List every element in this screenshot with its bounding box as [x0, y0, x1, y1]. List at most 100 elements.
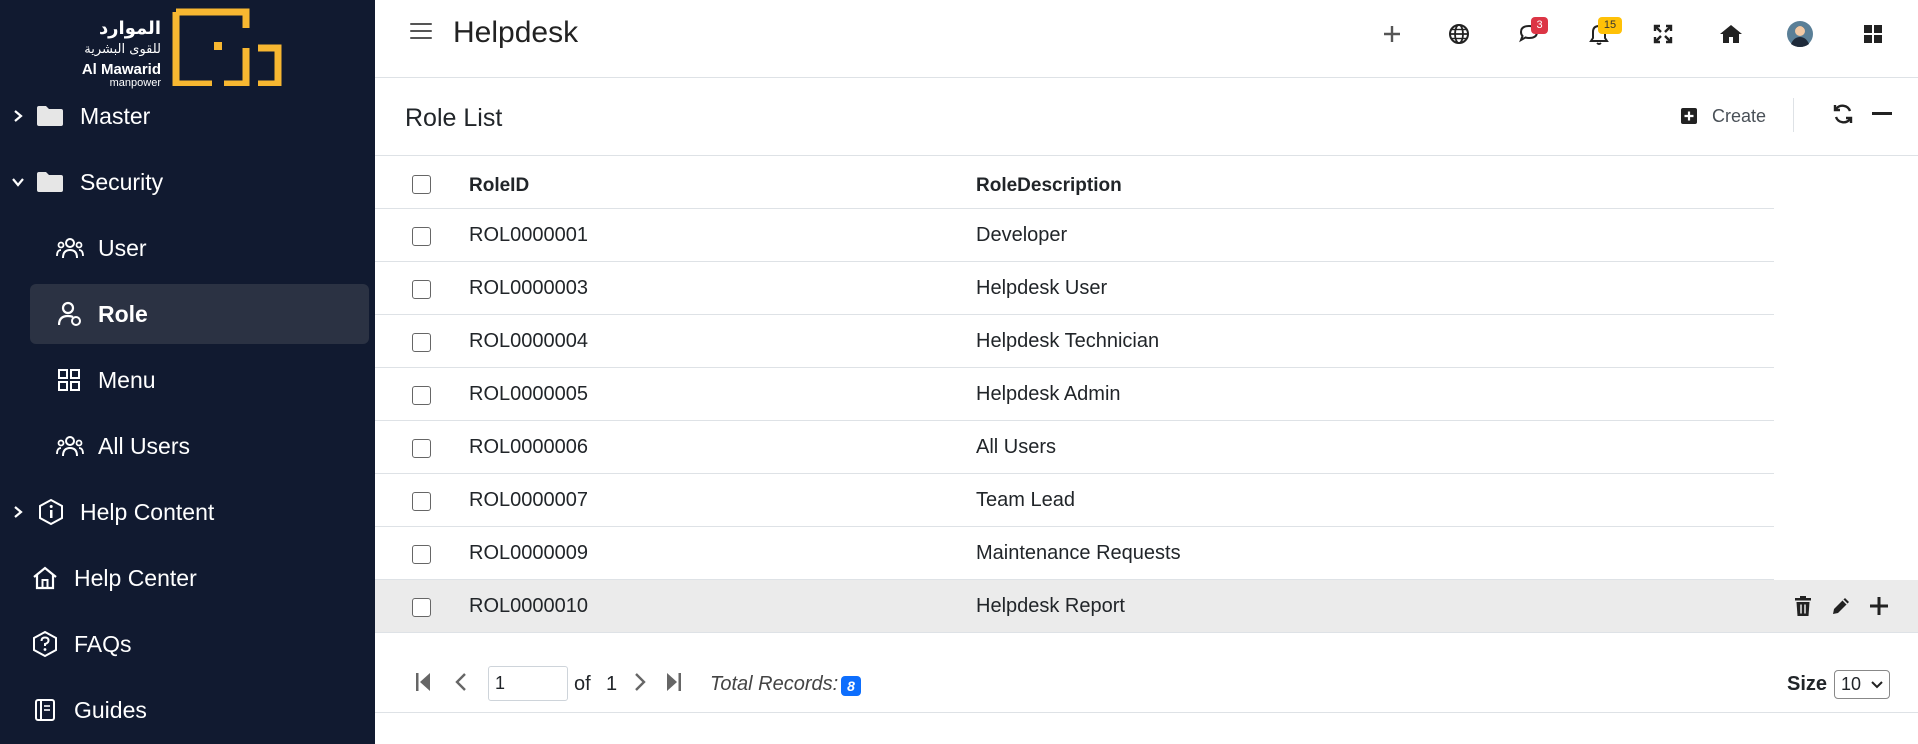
question-icon	[32, 630, 58, 658]
folder-icon	[36, 171, 64, 193]
previous-page-icon[interactable]	[449, 670, 473, 694]
refresh-icon[interactable]	[1829, 100, 1857, 128]
cell-roledescription: Helpdesk Report	[976, 595, 1125, 617]
page-size-select[interactable]: 10	[1834, 670, 1890, 699]
sidebar-item-help-center[interactable]: Help Center	[0, 548, 375, 608]
pencil-icon[interactable]	[1829, 594, 1853, 618]
cell-roledescription: Team Lead	[976, 489, 1075, 511]
trash-icon[interactable]	[1791, 594, 1815, 618]
chat-icon[interactable]: 3	[1516, 17, 1548, 48]
last-page-icon[interactable]	[662, 670, 686, 694]
table-row[interactable]: ROL0000004 Helpdesk Technician	[375, 315, 1918, 368]
page-size-value: 10	[1841, 674, 1862, 694]
row-checkbox[interactable]	[412, 492, 431, 511]
role-table: RoleID RoleDescription ROL0000001 Develo…	[375, 156, 1918, 633]
logo-mark-icon	[172, 8, 282, 86]
plus-icon[interactable]	[1867, 594, 1891, 618]
logo-english-name: Al Mawarid	[81, 61, 161, 78]
total-records-badge: 8	[841, 676, 861, 696]
top-header: Helpdesk 3 15	[375, 0, 1918, 78]
sidebar-item-user[interactable]: User	[0, 218, 375, 278]
globe-icon[interactable]	[1445, 20, 1473, 48]
table-row[interactable]: ROL0000003 Helpdesk User	[375, 262, 1918, 315]
avatar[interactable]	[1786, 20, 1814, 48]
sidebar-item-label: Role	[98, 300, 148, 327]
plus-square-icon	[1681, 108, 1697, 124]
table-row[interactable]: ROL0000010 Helpdesk Report	[375, 580, 1918, 633]
sidebar-item-label: FAQs	[74, 630, 132, 657]
chevron-right-icon	[10, 108, 26, 124]
chevron-down-icon	[10, 174, 26, 190]
pagination: of 1 Total Records: 8 Size 10	[375, 660, 1918, 710]
logo-arabic-name: الموارد	[98, 18, 161, 39]
create-button[interactable]: Create	[1680, 102, 1766, 130]
row-checkbox[interactable]	[412, 280, 431, 299]
toolbar-divider	[1793, 98, 1794, 132]
cell-roleid: ROL0000009	[469, 542, 588, 564]
sidebar-item-label: Help Content	[80, 498, 215, 525]
collapse-icon[interactable]	[1868, 100, 1896, 128]
company-logo: الموارد للقوى البشرية Al Mawarid manpowe…	[78, 6, 288, 89]
sidebar-item-security[interactable]: Security	[0, 152, 375, 212]
sidebar-item-label: Security	[80, 168, 164, 195]
page-size-label: Size	[1787, 673, 1828, 695]
row-checkbox[interactable]	[412, 386, 431, 405]
sidebar-item-menu[interactable]: Menu	[0, 350, 375, 410]
row-checkbox[interactable]	[412, 333, 431, 352]
table-header-row: RoleID RoleDescription	[375, 156, 1918, 209]
table-row[interactable]: ROL0000007 Team Lead	[375, 474, 1918, 527]
messages-badge: 3	[1531, 17, 1548, 34]
row-checkbox[interactable]	[412, 227, 431, 246]
folder-icon	[36, 105, 64, 127]
sidebar-item-guides[interactable]: Guides	[0, 680, 375, 740]
sidebar-item-label: Guides	[74, 696, 147, 723]
sidebar-item-help-content[interactable]: Help Content	[0, 482, 375, 542]
row-checkbox[interactable]	[412, 545, 431, 564]
next-page-icon[interactable]	[628, 670, 652, 694]
total-pages: 1	[606, 673, 618, 695]
plus-icon[interactable]	[1378, 20, 1406, 48]
sidebar-item-faqs[interactable]: FAQs	[0, 614, 375, 674]
row-checkbox[interactable]	[412, 439, 431, 458]
sidebar-item-label: Master	[80, 102, 151, 129]
table-row[interactable]: ROL0000009 Maintenance Requests	[375, 527, 1918, 580]
apps-icon[interactable]	[1859, 20, 1887, 48]
column-header-roleid[interactable]: RoleID	[469, 175, 529, 197]
chevron-right-icon	[10, 504, 26, 520]
logo-arabic-sub: للقوى البشرية	[84, 42, 161, 57]
table-row[interactable]: ROL0000006 All Users	[375, 421, 1918, 474]
hamburger-menu-icon[interactable]	[410, 23, 432, 41]
home-icon[interactable]	[1717, 20, 1745, 48]
chevron-down-icon	[1871, 681, 1883, 689]
sidebar-item-role[interactable]: Role	[30, 284, 369, 344]
cell-roledescription: Developer	[976, 224, 1068, 246]
book-icon	[34, 698, 56, 722]
expand-icon[interactable]	[1649, 20, 1677, 48]
cell-roleid: ROL0000001	[469, 224, 588, 246]
sidebar-item-master[interactable]: Master	[0, 86, 375, 146]
sidebar-item-all-users[interactable]: All Users	[0, 416, 375, 476]
first-page-icon[interactable]	[411, 670, 435, 694]
bell-icon[interactable]: 15	[1585, 17, 1622, 48]
sidebar-item-label: Menu	[98, 366, 156, 393]
page-number-input[interactable]	[488, 666, 568, 701]
column-header-roledescription[interactable]: RoleDescription	[976, 175, 1122, 197]
sidebar-item-label: User	[98, 234, 147, 261]
row-actions	[1791, 594, 1891, 618]
total-records-label: Total Records:	[710, 673, 839, 695]
cell-roledescription: All Users	[976, 436, 1057, 458]
users-icon	[56, 236, 84, 260]
row-checkbox[interactable]	[412, 598, 431, 617]
page-title: Helpdesk	[453, 16, 579, 49]
table-row[interactable]: ROL0000005 Helpdesk Admin	[375, 368, 1918, 421]
card-header: Role List Create	[375, 78, 1918, 156]
cell-roledescription: Maintenance Requests	[976, 542, 1181, 564]
table-row[interactable]: ROL0000001 Developer	[375, 209, 1918, 262]
users-icon	[56, 434, 84, 458]
select-all-checkbox[interactable]	[412, 175, 431, 194]
cell-roleid: ROL0000006	[469, 436, 588, 458]
sidebar-item-label: Help Center	[74, 564, 197, 591]
create-label: Create	[1712, 105, 1767, 126]
cell-roleid: ROL0000007	[469, 489, 588, 511]
home-icon	[32, 566, 58, 590]
